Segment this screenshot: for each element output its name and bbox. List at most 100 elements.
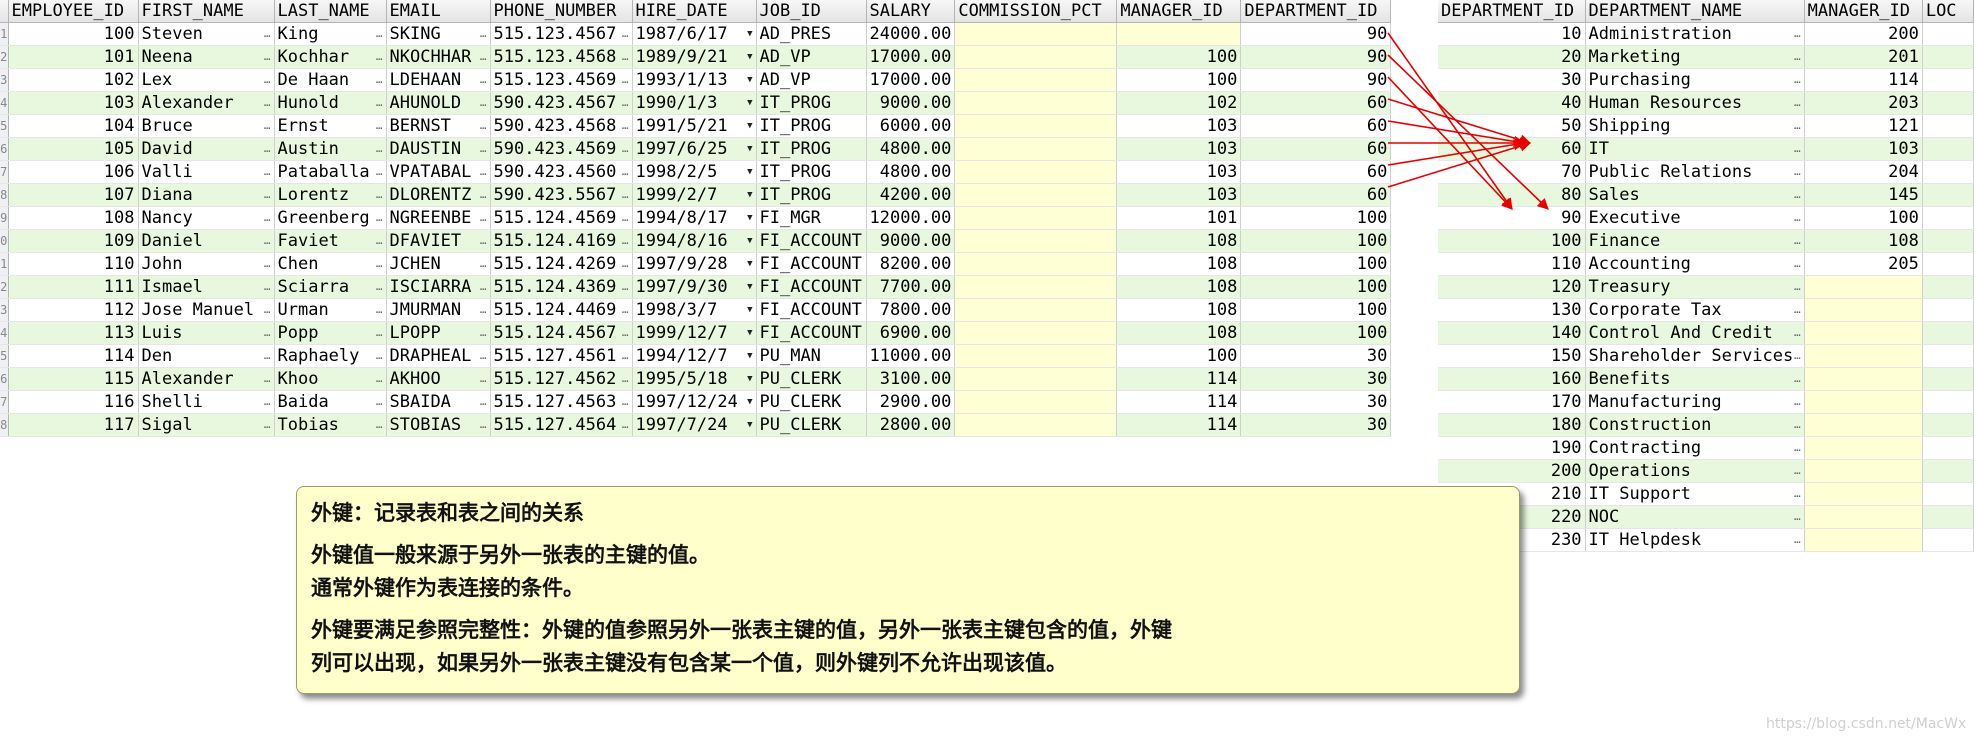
table-cell[interactable]: … Shipping xyxy=(1585,114,1805,138)
ellipsis-icon[interactable]: … xyxy=(1794,92,1801,114)
ellipsis-icon[interactable]: … xyxy=(1794,276,1801,298)
table-cell[interactable]: … 590.423.4560 xyxy=(490,160,633,184)
row-number[interactable]: 1 xyxy=(0,22,9,46)
table-cell[interactable]: 114 xyxy=(1804,68,1923,92)
table-cell[interactable]: … 590.423.4568 xyxy=(490,114,633,138)
table-cell[interactable]: PU_CLERK xyxy=(756,390,867,414)
column-header[interactable]: MANAGER_ID xyxy=(1116,0,1242,23)
row-number[interactable]: 3 xyxy=(0,68,9,92)
table-cell[interactable]: … JMURMAN xyxy=(386,298,491,322)
ellipsis-icon[interactable]: … xyxy=(622,207,629,229)
table-cell[interactable]: … Sales xyxy=(1585,183,1805,207)
table-cell[interactable]: ▼ 1997/9/28 xyxy=(632,252,757,276)
table-cell[interactable]: 6900.00 xyxy=(866,321,956,345)
table-cell[interactable]: … Corporate Tax xyxy=(1585,298,1805,322)
row-number[interactable]: 7 xyxy=(0,390,9,414)
row-number[interactable]: 4 xyxy=(0,321,9,345)
ellipsis-icon[interactable]: … xyxy=(480,69,487,91)
table-cell[interactable]: … 590.423.4569 xyxy=(490,137,633,161)
table-cell[interactable]: … Operations xyxy=(1585,459,1805,483)
table-cell[interactable] xyxy=(954,22,1118,46)
table-cell[interactable]: ▼ 1993/1/13 xyxy=(632,68,757,92)
table-cell[interactable]: FI_ACCOUNT xyxy=(756,298,867,322)
table-cell[interactable]: … SKING xyxy=(386,22,491,46)
table-cell[interactable]: … Popp xyxy=(274,321,387,345)
table-cell[interactable]: … 515.124.4569 xyxy=(490,206,633,230)
table-cell[interactable]: 200 xyxy=(1438,459,1586,483)
table-cell[interactable] xyxy=(1922,298,1974,322)
column-header[interactable]: SALARY xyxy=(866,0,956,23)
ellipsis-icon[interactable]: … xyxy=(480,230,487,252)
table-cell[interactable] xyxy=(1922,229,1974,253)
table-cell[interactable]: … DRAPHEAL xyxy=(386,344,491,368)
table-cell[interactable]: 102 xyxy=(8,68,139,92)
table-cell[interactable]: … 515.123.4567 xyxy=(490,22,633,46)
ellipsis-icon[interactable]: … xyxy=(480,391,487,413)
ellipsis-icon[interactable]: … xyxy=(376,230,383,252)
ellipsis-icon[interactable]: … xyxy=(1794,46,1801,68)
table-cell[interactable]: AD_VP xyxy=(756,45,867,69)
table-cell[interactable]: … Marketing xyxy=(1585,45,1805,69)
row-number[interactable]: 8 xyxy=(0,413,9,437)
table-row[interactable]: 130 … Corporate Tax xyxy=(1438,298,1974,322)
table-cell[interactable]: … VPATABAL xyxy=(386,160,491,184)
table-cell[interactable]: 190 xyxy=(1438,436,1586,460)
table-cell[interactable]: … Chen xyxy=(274,252,387,276)
table-cell[interactable]: 100 xyxy=(1240,298,1392,322)
table-cell[interactable]: 6000.00 xyxy=(866,114,956,138)
table-cell[interactable]: … Urman xyxy=(274,298,387,322)
table-row[interactable]: 90 … Executive 100 xyxy=(1438,206,1974,230)
table-cell[interactable]: 101 xyxy=(1116,206,1242,230)
table-cell[interactable] xyxy=(1804,505,1923,529)
table-cell[interactable] xyxy=(954,160,1118,184)
table-cell[interactable]: 10 xyxy=(1438,22,1586,46)
table-cell[interactable]: 17000.00 xyxy=(866,45,956,69)
table-cell[interactable]: … Jose Manuel xyxy=(138,298,275,322)
ellipsis-icon[interactable]: … xyxy=(1794,322,1801,344)
table-cell[interactable]: … BERNST xyxy=(386,114,491,138)
table-cell[interactable]: … IT Support xyxy=(1585,482,1805,506)
ellipsis-icon[interactable]: … xyxy=(1794,345,1801,367)
table-cell[interactable]: ▼ 1989/9/21 xyxy=(632,45,757,69)
table-cell[interactable] xyxy=(1922,91,1974,115)
ellipsis-icon[interactable]: … xyxy=(1794,115,1801,137)
ellipsis-icon[interactable]: … xyxy=(1794,506,1801,528)
table-row[interactable]: 150… Shareholder Services xyxy=(1438,344,1974,368)
table-cell[interactable] xyxy=(954,252,1118,276)
table-cell[interactable]: 145 xyxy=(1804,183,1923,207)
table-cell[interactable]: 30 xyxy=(1240,413,1392,437)
table-cell[interactable]: … Nancy xyxy=(138,206,275,230)
ellipsis-icon[interactable]: … xyxy=(1794,299,1801,321)
table-row[interactable]: 7 106… Valli… Pataballa… VPATABAL… 590.423.45… xyxy=(0,160,1392,184)
table-cell[interactable] xyxy=(1804,344,1923,368)
ellipsis-icon[interactable]: … xyxy=(264,368,271,390)
table-cell[interactable] xyxy=(1922,390,1974,414)
table-cell[interactable]: IT_PROG xyxy=(756,183,867,207)
ellipsis-icon[interactable]: … xyxy=(480,23,487,45)
table-row[interactable]: 190 … Contracting xyxy=(1438,436,1974,460)
ellipsis-icon[interactable]: … xyxy=(480,161,487,183)
table-cell[interactable]: … Den xyxy=(138,344,275,368)
table-cell[interactable]: 9000.00 xyxy=(866,229,956,253)
ellipsis-icon[interactable]: … xyxy=(480,345,487,367)
ellipsis-icon[interactable]: … xyxy=(1794,138,1801,160)
table-row[interactable]: 2 111… Ismael… Sciarra… ISCIARRA… 515.124.436… xyxy=(0,275,1392,299)
table-cell[interactable]: FI_ACCOUNT xyxy=(756,252,867,276)
table-cell[interactable]: 100 xyxy=(1240,252,1392,276)
table-cell[interactable]: IT_PROG xyxy=(756,160,867,184)
table-cell[interactable]: 100 xyxy=(8,22,139,46)
dropdown-icon[interactable]: ▼ xyxy=(747,299,752,321)
ellipsis-icon[interactable]: … xyxy=(376,46,383,68)
ellipsis-icon[interactable]: … xyxy=(622,322,629,344)
table-cell[interactable]: 101 xyxy=(8,45,139,69)
table-row[interactable]: 5 114… Den… Raphaely… DRAPHEAL… 515.127.4561 ▼… xyxy=(0,344,1392,368)
table-cell[interactable] xyxy=(1804,482,1923,506)
table-cell[interactable]: PU_MAN xyxy=(756,344,867,368)
ellipsis-icon[interactable]: … xyxy=(376,23,383,45)
table-cell[interactable]: … Alexander xyxy=(138,367,275,391)
ellipsis-icon[interactable]: … xyxy=(264,69,271,91)
table-cell[interactable]: 116 xyxy=(8,390,139,414)
table-cell[interactable] xyxy=(954,68,1118,92)
table-cell[interactable]: 100 xyxy=(1438,229,1586,253)
table-cell[interactable]: … 515.127.4562 xyxy=(490,367,633,391)
